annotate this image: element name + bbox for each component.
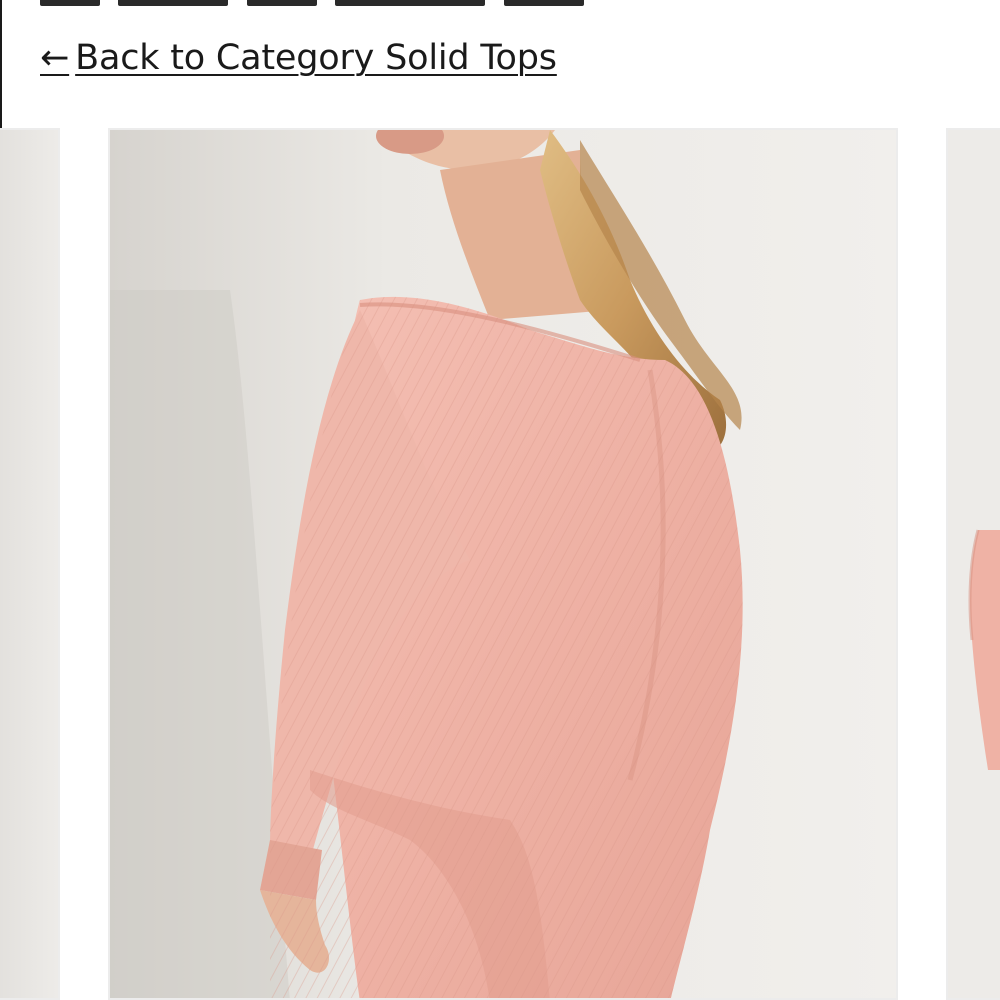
page-divider	[0, 0, 2, 128]
product-image-carousel[interactable]	[0, 128, 1000, 1000]
back-arrow-icon: ←	[40, 38, 70, 78]
carousel-slide-next[interactable]	[946, 128, 1000, 1000]
carousel-slide-previous[interactable]	[0, 128, 60, 1000]
carousel-slide-current[interactable]	[108, 128, 898, 1000]
product-photo-next	[948, 130, 1000, 998]
product-photo	[110, 130, 896, 998]
product-photo-previous	[0, 130, 58, 998]
back-to-category-link[interactable]: ← Back to Category Solid Tops	[40, 38, 557, 78]
back-link-label: Back to Category Solid Tops	[75, 38, 557, 78]
product-page: ← Back to Category Solid Tops	[0, 0, 1000, 1000]
truncated-heading	[40, 0, 660, 8]
